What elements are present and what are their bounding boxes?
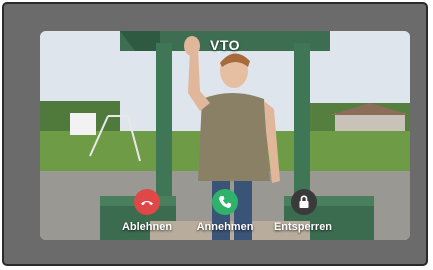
- intercom-device-frame: VTO Ablehnen Annehmen Entsperren: [2, 2, 428, 266]
- lock-icon: [299, 195, 309, 208]
- caller-title: VTO: [209, 37, 241, 53]
- phone-icon: [219, 196, 231, 208]
- unlock-label: Entsperren: [273, 221, 333, 233]
- unlock-button[interactable]: [291, 189, 317, 215]
- accept-button[interactable]: [212, 189, 238, 215]
- accept-label: Annehmen: [196, 221, 254, 233]
- phone-hangup-icon: [141, 201, 153, 206]
- decline-label: Ablehnen: [121, 221, 173, 233]
- video-screen: VTO Ablehnen Annehmen Entsperren: [40, 31, 410, 240]
- decline-button[interactable]: [134, 189, 160, 215]
